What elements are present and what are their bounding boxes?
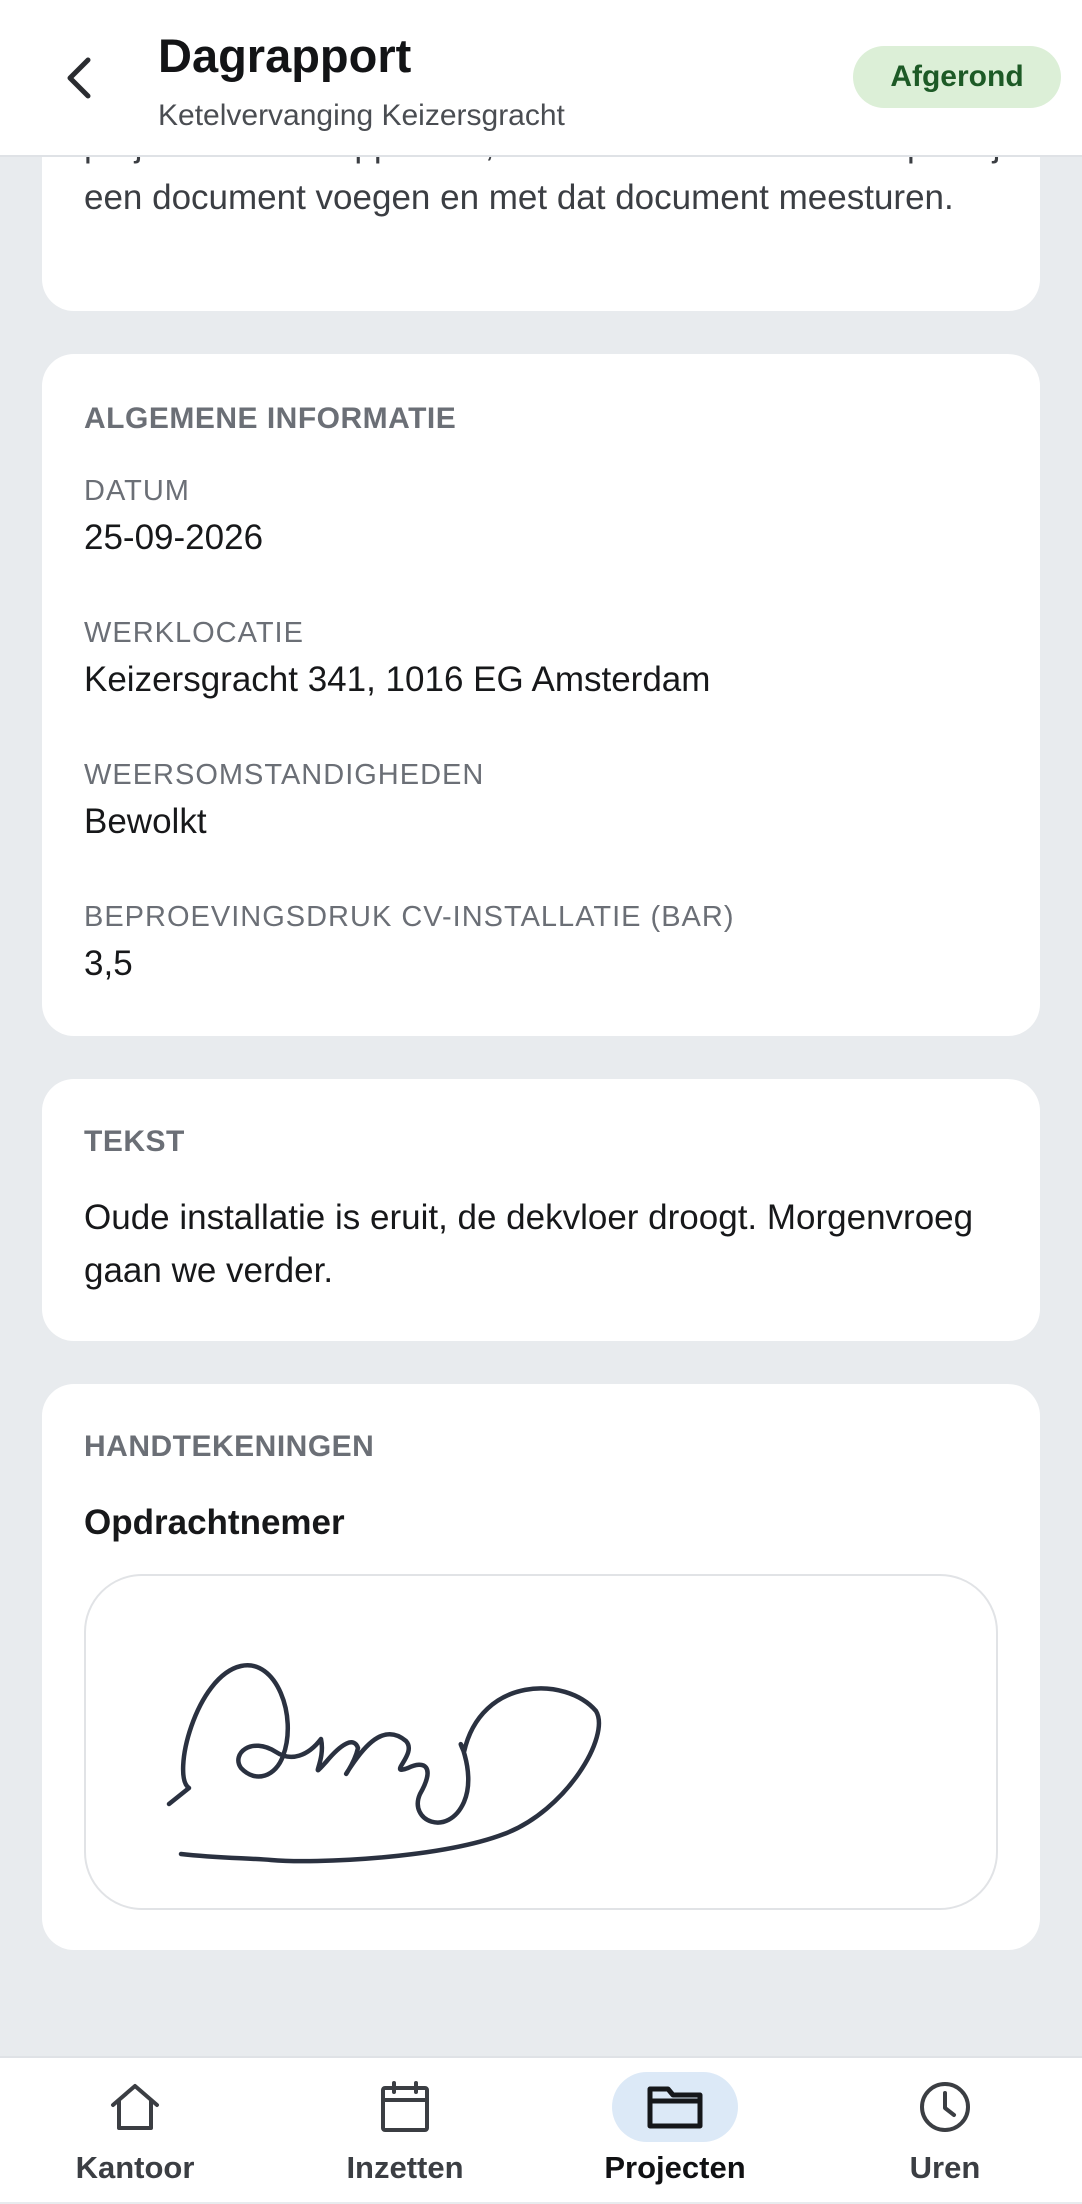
bottom-nav: Kantoor Inzetten Projecten Uren (0, 2056, 1082, 2202)
text-heading: TEKST (84, 1125, 185, 1158)
weather-value: Bewolkt (84, 802, 207, 841)
test-pressure-value: 3,5 (84, 944, 133, 983)
text-card: TEKST Oude installatie is eruit, de dekv… (42, 1079, 1040, 1341)
signatures-card: HANDTEKENINGEN Opdrachtnemer (42, 1384, 1040, 1950)
text-body: Oude installatie is eruit, de dekvloer d… (84, 1198, 974, 1290)
back-button[interactable] (44, 38, 116, 118)
nav-icon-wrap-kantoor (72, 2072, 198, 2142)
general-info-card: ALGEMENE INFORMATIE DATUM 25-09-2026 WER… (42, 354, 1040, 1036)
app-header: Dagrapport Ketelvervanging Keizersgracht… (0, 0, 1082, 157)
weather-label: WEERSOMSTANDIGHEDEN (84, 759, 485, 791)
status-badge: Afgerond (853, 46, 1061, 108)
nav-label-inzetten: Inzetten (346, 2150, 464, 2185)
scroll-content[interactable]: project onder “Rapporten”, en het kantoo… (0, 0, 1082, 2056)
nav-icon-wrap-projecten (612, 2072, 738, 2142)
test-pressure-label: BEPROEVINGSDRUK CV-INSTALLATIE (BAR) (84, 901, 735, 933)
signer-name: Opdrachtnemer (84, 1503, 345, 1542)
clock-icon (920, 2082, 970, 2132)
work-location-value: Keizersgracht 341, 1016 EG Amsterdam (84, 660, 711, 699)
folder-icon (647, 2086, 703, 2129)
nav-item-uren[interactable]: Uren (810, 2058, 1080, 2204)
nav-label-projecten: Projecten (604, 2150, 746, 2185)
page-title: Dagrapport (158, 29, 412, 82)
nav-label-uren: Uren (909, 2150, 981, 2185)
signature-box (84, 1574, 998, 1910)
nav-item-kantoor[interactable]: Kantoor (0, 2058, 270, 2204)
nav-item-projecten[interactable]: Projecten (540, 2058, 810, 2204)
nav-icon-wrap-inzetten (342, 2072, 468, 2142)
nav-icon-wrap-uren (882, 2072, 1008, 2142)
nav-item-inzetten[interactable]: Inzetten (270, 2058, 540, 2204)
date-label: DATUM (84, 475, 190, 507)
home-icon (111, 2084, 159, 2130)
nav-label-kantoor: Kantoor (75, 2150, 195, 2185)
chevron-left-icon (67, 57, 91, 99)
date-value: 25-09-2026 (84, 518, 264, 557)
calendar-icon (381, 2081, 429, 2132)
signature-drawing (166, 1663, 602, 1864)
work-location-label: WERKLOCATIE (84, 617, 304, 649)
page-subtitle: Ketelvervanging Keizersgracht (158, 99, 565, 132)
signatures-heading: HANDTEKENINGEN (84, 1430, 375, 1463)
general-info-heading: ALGEMENE INFORMATIE (84, 402, 457, 435)
